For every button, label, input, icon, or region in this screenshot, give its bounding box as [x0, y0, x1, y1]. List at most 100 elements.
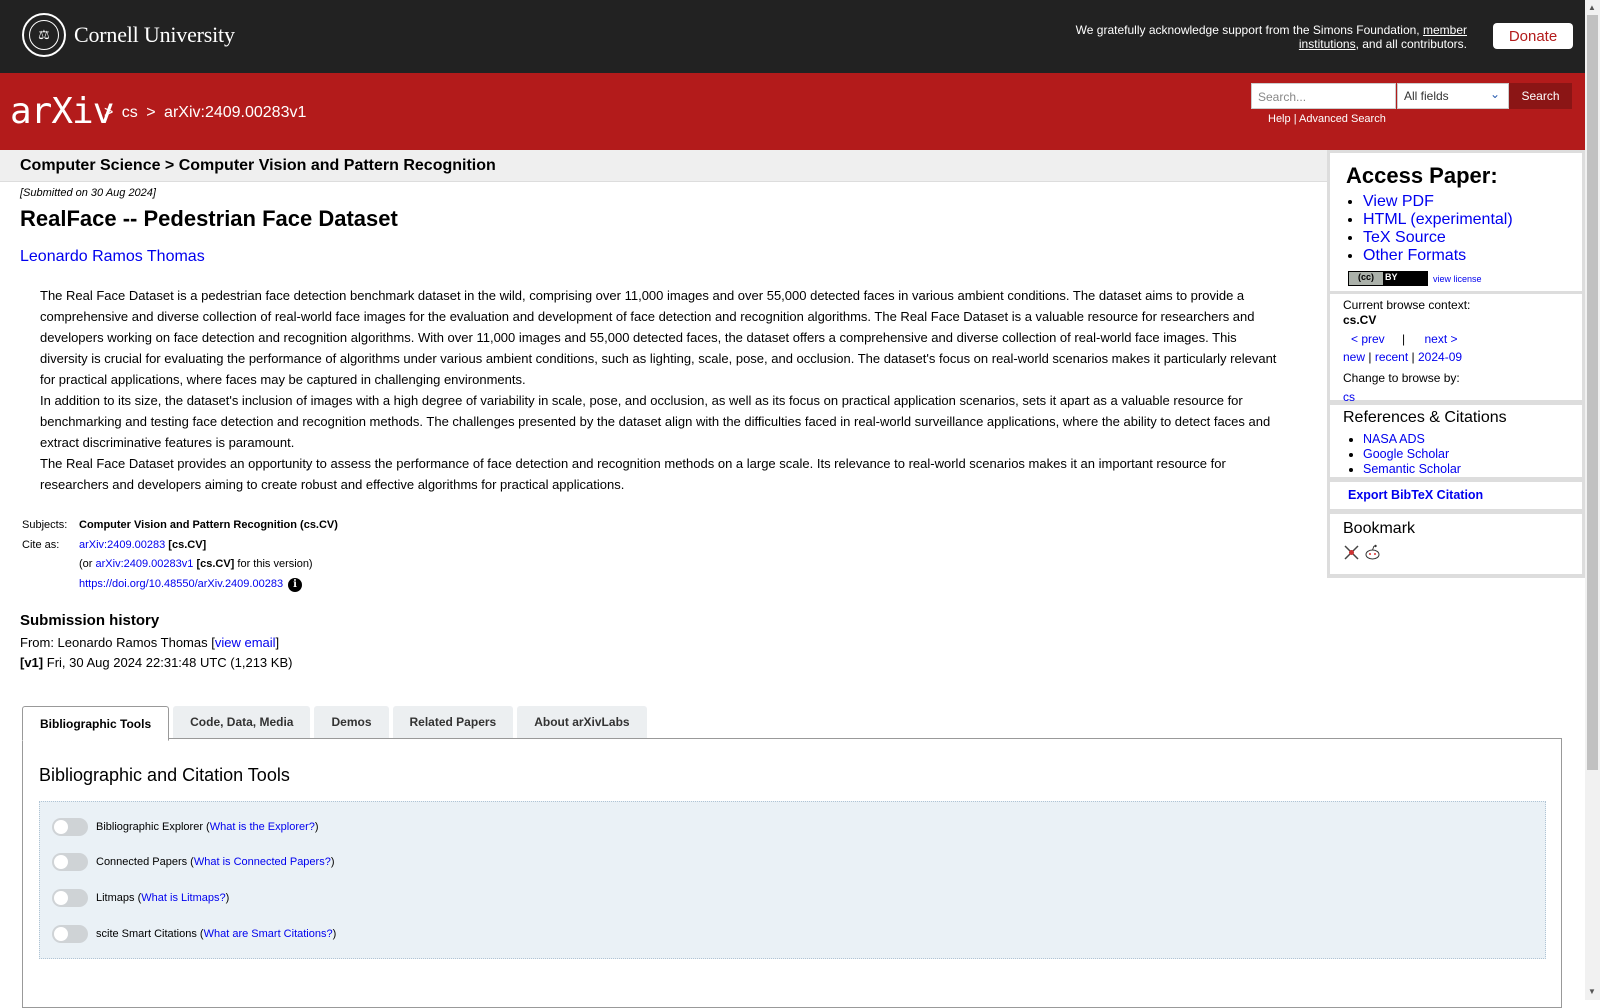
semantic-scholar-link[interactable]: Semantic Scholar — [1363, 462, 1461, 476]
prev-link[interactable]: < prev — [1351, 332, 1385, 346]
export-bibtex-link[interactable]: Export BibTeX Citation — [1348, 488, 1483, 502]
help-separator: | — [1293, 113, 1297, 125]
cite-category: [cs.CV] — [168, 538, 207, 551]
cornell-name: Cornell University — [74, 22, 235, 47]
other-formats-link[interactable]: Other Formats — [1363, 247, 1466, 264]
cite-id-link[interactable]: arXiv:2409.00283 — [79, 539, 165, 551]
tool-help-link[interactable]: What are Smart Citations? — [204, 928, 333, 940]
new-link[interactable]: new — [1343, 350, 1365, 364]
tab-about-arxivlabs[interactable]: About arXivLabs — [517, 706, 647, 738]
scroll-down-arrow-icon[interactable]: ▼ — [1588, 987, 1596, 996]
submission-from-suffix: ] — [275, 635, 280, 650]
bibsonomy-icon[interactable] — [1343, 544, 1360, 561]
tool-row-connected-papers: Connected Papers (What is Connected Pape… — [52, 853, 335, 871]
abstract-paragraph: The Real Face Dataset provides an opport… — [40, 456, 1226, 492]
donate-button[interactable]: Donate — [1493, 23, 1573, 49]
subject-header-text: Computer Science > Computer Vision and P… — [20, 157, 496, 174]
nav-separator: | — [1402, 332, 1406, 346]
ack-tail: , and all contributors. — [1355, 37, 1467, 51]
cornell-logo[interactable]: ⚖ Cornell University — [22, 13, 235, 57]
change-browse-label: Change to browse by: — [1343, 371, 1460, 385]
cc-by-license-icon[interactable]: (cc) BY — [1348, 271, 1428, 286]
tool-label: Connected Papers — [96, 856, 188, 868]
subjects-value: Computer Vision and Pattern Recognition … — [79, 519, 338, 531]
cornell-banner: ⚖ Cornell University We gratefully ackno… — [0, 0, 1585, 73]
context-label: Current browse context: — [1343, 298, 1471, 312]
bookmark-block: Bookmark — [1330, 514, 1582, 574]
tool-help-link[interactable]: What is Litmaps? — [141, 892, 225, 904]
advanced-search-link[interactable]: Advanced Search — [1299, 113, 1386, 125]
scite-toggle[interactable] — [52, 925, 88, 943]
reddit-icon[interactable] — [1364, 544, 1381, 561]
breadcrumb-paper-id: arXiv:2409.00283v1 — [164, 104, 307, 121]
litmaps-toggle[interactable] — [52, 889, 88, 907]
search-input[interactable]: Search... — [1251, 83, 1396, 109]
tab-related-papers[interactable]: Related Papers — [392, 706, 514, 738]
connected-papers-toggle[interactable] — [52, 853, 88, 871]
panel-title: Bibliographic and Citation Tools — [39, 765, 290, 785]
references-list: NASA ADS Google Scholar Semantic Scholar — [1346, 432, 1461, 477]
arxiv-logo[interactable]: arXiv — [10, 91, 114, 132]
extra-services-sidebar: Access Paper: View PDF HTML (experimenta… — [1327, 150, 1585, 578]
help-links: Help | Advanced Search — [1268, 113, 1386, 125]
search-field-select[interactable]: All fields ⌄ — [1397, 83, 1509, 109]
references-block: References & Citations NASA ADS Google S… — [1330, 405, 1582, 477]
subjects-label: Subjects: — [22, 519, 68, 531]
cc-badge-right: BY — [1383, 272, 1427, 285]
submission-from-prefix: From: Leonardo Ramos Thomas [ — [20, 635, 215, 650]
help-link[interactable]: Help — [1268, 113, 1291, 125]
version-tag: [v1] — [20, 655, 44, 670]
cite-label: Cite as: — [22, 538, 60, 551]
tool-help-link[interactable]: What is the Explorer? — [210, 821, 315, 833]
access-links: View PDF HTML (experimental) TeX Source … — [1346, 193, 1513, 265]
author-link[interactable]: Leonardo Ramos Thomas — [20, 248, 205, 266]
info-icon[interactable]: i — [288, 577, 303, 592]
next-link[interactable]: next > — [1425, 332, 1458, 346]
abstract: The Real Face Dataset is a pedestrian fa… — [40, 285, 1285, 495]
cornell-seal-icon: ⚖ — [22, 13, 66, 57]
bookmark-icons — [1343, 544, 1381, 561]
support-acknowledgement: We gratefully acknowledge support from t… — [1047, 23, 1467, 51]
abstract-paragraph: The Real Face Dataset is a pedestrian fa… — [40, 288, 1277, 387]
doi-link[interactable]: https://doi.org/10.48550/arXiv.2409.0028… — [79, 578, 283, 590]
paper-metadata: Subjects: Computer Vision and Pattern Re… — [22, 519, 338, 597]
chevron-down-icon: ⌄ — [1489, 87, 1500, 101]
view-pdf-link[interactable]: View PDF — [1363, 193, 1434, 210]
labs-tabs: Bibliographic Tools Code, Data, Media De… — [22, 706, 651, 741]
tab-code-data-media[interactable]: Code, Data, Media — [173, 706, 311, 738]
version-date: Fri, 30 Aug 2024 22:31:48 UTC (1,213 KB) — [46, 655, 293, 670]
search-button[interactable]: Search — [1509, 83, 1572, 109]
recent-link[interactable]: recent — [1375, 350, 1408, 364]
page-scrollbar[interactable]: ▲ ▼ — [1585, 0, 1600, 1000]
tab-bibliographic-tools[interactable]: Bibliographic Tools — [22, 706, 170, 741]
nav-separator: | — [1368, 350, 1372, 364]
arxiv-header: arXiv > cs > arXiv:2409.00283v1 Search..… — [0, 73, 1585, 150]
cite-version-link[interactable]: arXiv:2409.00283v1 — [96, 558, 194, 570]
tool-label: scite Smart Citations — [96, 928, 197, 940]
tab-panel: Bibliographic and Citation Tools Bibliog… — [22, 738, 1562, 1008]
tool-help-link[interactable]: What is Connected Papers? — [194, 856, 331, 868]
tab-demos[interactable]: Demos — [314, 706, 389, 738]
abstract-paragraph: In addition to its size, the dataset's i… — [40, 393, 1271, 450]
ack-text: We gratefully acknowledge support from t… — [1075, 23, 1420, 37]
license: (cc) BY view license — [1348, 271, 1482, 286]
view-license-link[interactable]: view license — [1433, 274, 1482, 284]
nasa-ads-link[interactable]: NASA ADS — [1363, 432, 1425, 446]
export-bibtex-block: Export BibTeX Citation — [1330, 482, 1582, 509]
submission-history-title: Submission history — [20, 612, 160, 629]
tool-row-litmaps: Litmaps (What is Litmaps?) — [52, 889, 229, 907]
scroll-thumb[interactable] — [1587, 15, 1598, 770]
tools-list: Bibliographic Explorer (What is the Expl… — [39, 801, 1546, 959]
tex-source-link[interactable]: TeX Source — [1363, 229, 1446, 246]
breadcrumb-cs[interactable]: cs — [122, 104, 138, 121]
html-experimental-link[interactable]: HTML (experimental) — [1363, 211, 1513, 228]
bibliographic-explorer-toggle[interactable] — [52, 818, 88, 836]
tool-row-bibliographic-explorer: Bibliographic Explorer (What is the Expl… — [52, 818, 319, 836]
scroll-up-arrow-icon[interactable]: ▲ — [1588, 3, 1596, 12]
paper-title: RealFace -- Pedestrian Face Dataset — [20, 206, 398, 231]
context-value: cs.CV — [1343, 313, 1377, 327]
month-link[interactable]: 2024-09 — [1418, 350, 1462, 364]
view-email-link[interactable]: view email — [215, 635, 276, 650]
google-scholar-link[interactable]: Google Scholar — [1363, 447, 1449, 461]
browse-cs-link[interactable]: cs — [1343, 390, 1355, 404]
